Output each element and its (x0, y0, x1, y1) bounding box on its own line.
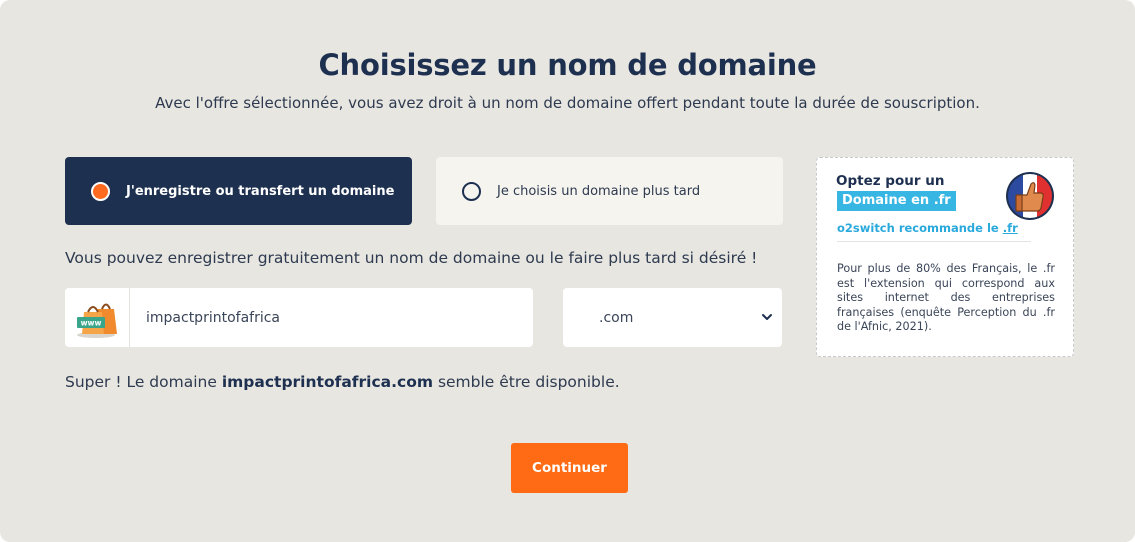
option-choose-later[interactable]: Je choisis un domaine plus tard (436, 157, 783, 225)
thumbs-up-french-flag-icon (1006, 172, 1054, 220)
www-shopping-bag-icon: www (77, 303, 117, 338)
availability-prefix: Super ! Le domaine (65, 373, 222, 391)
svg-text:www: www (81, 318, 102, 327)
extension-select[interactable]: .com (563, 288, 782, 347)
availability-message: Super ! Le domaine impactprintofafrica.c… (65, 373, 620, 391)
info-text: Vous pouvez enregistrer gratuitement un … (65, 249, 758, 267)
availability-suffix: semble être disponible. (433, 373, 620, 391)
domain-panel: Choisissez un nom de domaine Avec l'offr… (0, 0, 1135, 542)
promo-recommendation: o2switch recommande le .fr (837, 221, 1018, 235)
promo-tag: Domaine en .fr (837, 191, 956, 211)
promo-divider (837, 241, 1031, 242)
promo-fr-box: Optez pour un Domaine en .fr o2switch re… (816, 157, 1074, 357)
domain-name-input[interactable] (130, 297, 510, 338)
continue-button[interactable]: Continuer (511, 443, 628, 493)
domain-icon-cell: www (65, 288, 130, 347)
radio-unchecked-icon[interactable] (462, 181, 481, 201)
option-register-label: J'enregistre ou transfert un domaine (126, 183, 395, 199)
option-register-domain[interactable]: J'enregistre ou transfert un domaine (65, 157, 412, 225)
promo-reco-link[interactable]: .fr (1003, 221, 1018, 235)
available-domain: impactprintofafrica.com (221, 373, 434, 391)
extension-value: .com (599, 309, 634, 326)
promo-heading: Optez pour un (836, 173, 945, 189)
page-subtitle: Avec l'offre sélectionnée, vous avez dro… (155, 94, 980, 112)
promo-reco-prefix: o2switch recommande le (837, 221, 1003, 235)
page-title: Choisissez un nom de domaine (318, 48, 817, 82)
radio-checked-icon[interactable] (91, 181, 110, 201)
domain-input-group: www (65, 288, 533, 347)
option-later-label: Je choisis un domaine plus tard (497, 183, 701, 199)
chevron-down-icon (762, 314, 772, 320)
promo-description: Pour plus de 80% des Français, le .fr es… (837, 262, 1055, 333)
